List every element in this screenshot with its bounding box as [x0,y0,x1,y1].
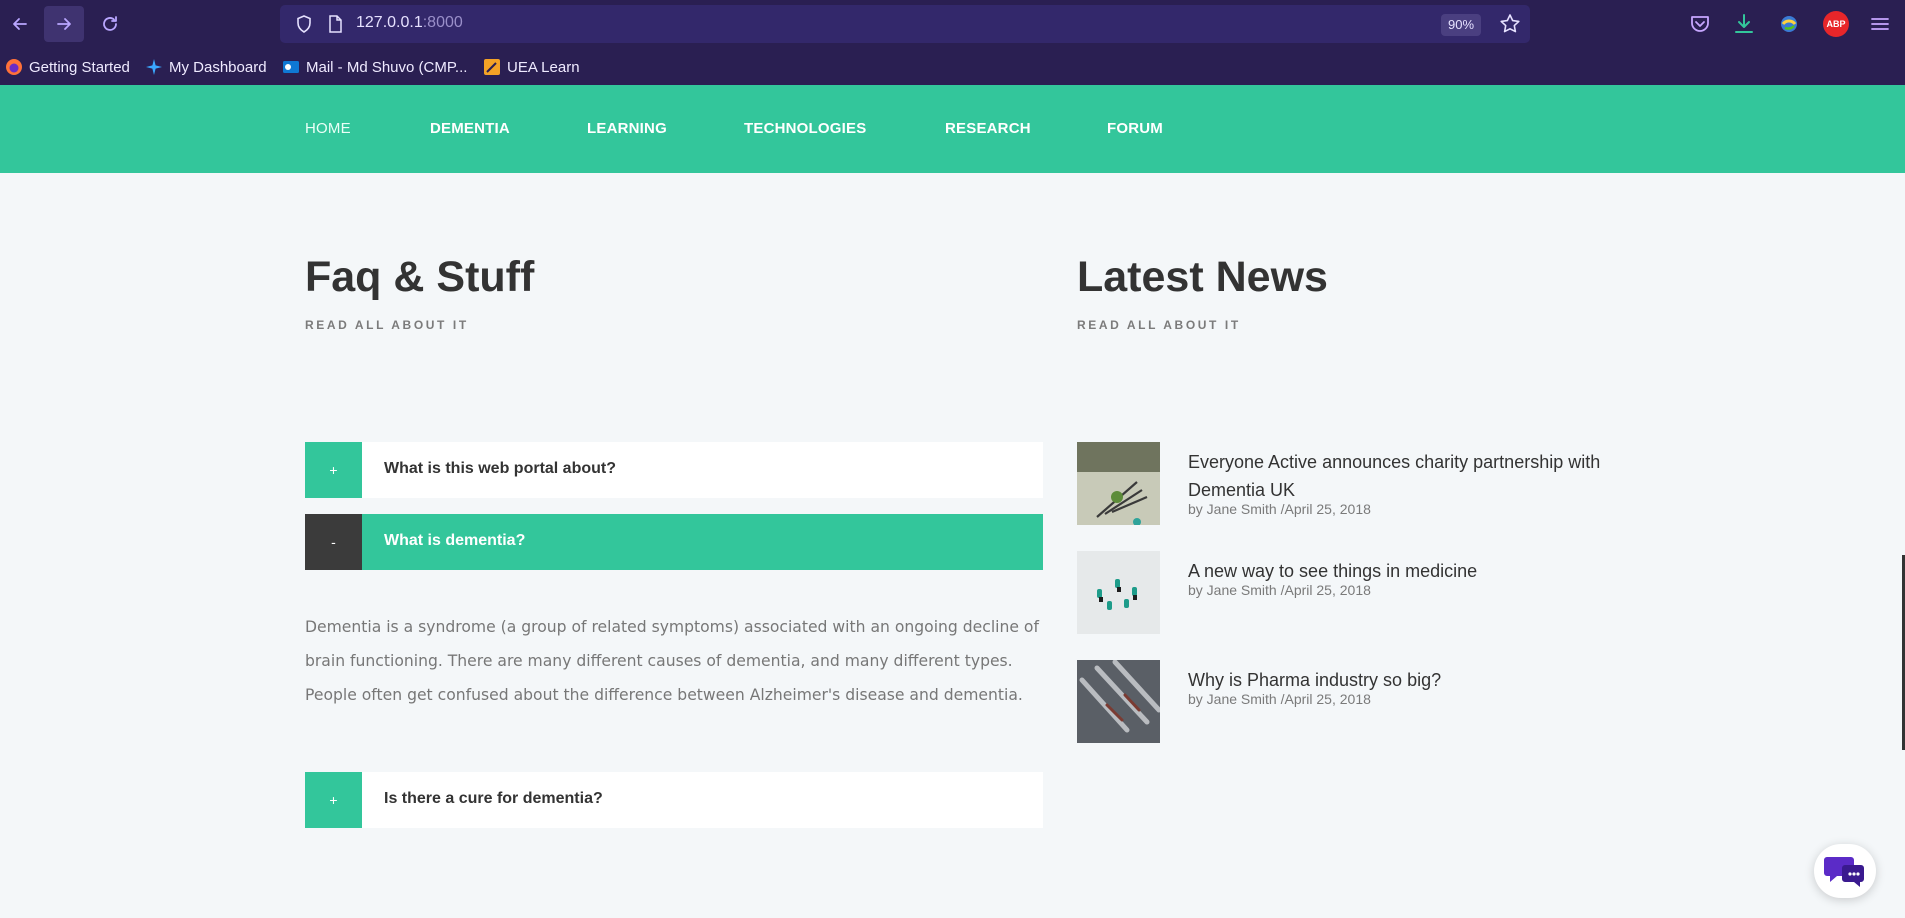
news-title: Latest News [1077,253,1328,301]
bookmark-my-dashboard[interactable]: My Dashboard [145,57,267,77]
bookmark-mail[interactable]: Mail - Md Shuvo (CMP... [282,57,467,77]
download-icon[interactable] [1732,12,1756,36]
news-title-link[interactable]: Everyone Active announces charity partne… [1188,448,1608,504]
news-meta: by Jane Smith /April 25, 2018 [1188,691,1371,707]
address-bar[interactable]: 127.0.0.1:8000 90% [280,5,1530,43]
news-date: /April 25, 2018 [1280,582,1371,598]
chat-bubbles-icon [1824,857,1864,887]
bookmark-label: Getting Started [29,58,130,76]
sparkle-icon [146,59,162,75]
news-author[interactable]: by Jane Smith [1188,691,1277,707]
url-host: 127.0.0.1 [356,14,423,31]
faq-answer: Dementia is a syndrome (a group of relat… [305,618,1039,704]
url-port: :8000 [422,14,463,31]
faq-question[interactable]: What is dementia? [384,532,525,550]
bookmark-label: My Dashboard [169,58,267,76]
faq-title: Faq & Stuff [305,253,535,301]
bookmark-label: Mail - Md Shuvo (CMP... [306,58,468,76]
zoom-level[interactable]: 90% [1441,14,1481,36]
nav-forum[interactable]: FORUM [1107,120,1163,137]
news-item[interactable]: Everyone Active announces charity partne… [1077,442,1627,526]
browser-toolbar: 127.0.0.1:8000 90% ABP [0,0,1905,49]
faq-question[interactable]: Is there a cure for dementia? [384,790,603,808]
shield-icon[interactable] [294,14,314,34]
forward-button[interactable] [44,6,84,42]
site-nav: HOME DEMENTIA LEARNING TECHNOLOGIES RESE… [0,85,1905,173]
news-subtitle: READ ALL ABOUT IT [1077,318,1241,332]
chat-widget-button[interactable] [1814,844,1876,898]
news-date: /April 25, 2018 [1280,691,1371,707]
news-item[interactable]: A new way to see things in medicine by J… [1077,551,1627,635]
page-info-icon[interactable] [325,14,345,34]
faq-item-cure[interactable]: + Is there a cure for dementia? [305,772,1043,828]
faq-item-dementia[interactable]: - What is dementia? [305,514,1043,570]
bookmark-getting-started[interactable]: Getting Started [5,57,130,77]
news-author[interactable]: by Jane Smith [1188,501,1277,517]
reload-icon [103,16,117,31]
news-title-link[interactable]: Why is Pharma industry so big? [1188,666,1608,694]
adblock-icon[interactable]: ABP [1823,11,1849,37]
url-text[interactable]: 127.0.0.1:8000 [356,14,463,32]
outlook-icon [283,61,299,73]
faq-question[interactable]: What is this web portal about? [384,460,616,478]
faq-toggle-button[interactable]: + [305,772,362,828]
pocket-icon[interactable] [1688,12,1712,36]
news-meta: by Jane Smith /April 25, 2018 [1188,501,1371,517]
nav-technologies[interactable]: TECHNOLOGIES [744,120,866,137]
pencil-icon [484,59,500,75]
faq-item-portal[interactable]: + What is this web portal about? [305,442,1043,498]
firefox-icon [6,59,22,75]
faq-toggle-button[interactable]: + [305,442,362,498]
browser-chrome: 127.0.0.1:8000 90% ABP Getting Started M… [0,0,1905,85]
bookmark-uea-learn[interactable]: UEA Learn [483,57,580,77]
forward-arrow-icon [57,18,71,30]
nav-dementia[interactable]: DEMENTIA [430,120,510,137]
news-thumbnail[interactable] [1077,442,1160,525]
back-arrow-icon [13,18,27,30]
news-thumbnail[interactable] [1077,551,1160,634]
news-thumbnail[interactable] [1077,660,1160,743]
news-date: /April 25, 2018 [1280,501,1371,517]
news-author[interactable]: by Jane Smith [1188,582,1277,598]
back-button[interactable] [0,6,40,42]
faq-subtitle: READ ALL ABOUT IT [305,318,469,332]
menu-hamburger-icon[interactable] [1868,12,1892,36]
nav-learning[interactable]: LEARNING [587,120,667,137]
bookmark-star-icon[interactable] [1498,12,1522,36]
nav-research[interactable]: RESEARCH [945,120,1031,137]
faq-toggle-button[interactable]: - [305,514,362,570]
extension-globe-icon[interactable] [1777,12,1801,36]
reload-button[interactable] [90,6,130,42]
news-meta: by Jane Smith /April 25, 2018 [1188,582,1371,598]
bookmarks-bar: Getting Started My Dashboard Mail - Md S… [0,49,1905,85]
bookmark-label: UEA Learn [507,58,580,76]
news-title-link[interactable]: A new way to see things in medicine [1188,557,1608,585]
news-item[interactable]: Why is Pharma industry so big? by Jane S… [1077,660,1627,744]
nav-home[interactable]: HOME [305,120,351,137]
